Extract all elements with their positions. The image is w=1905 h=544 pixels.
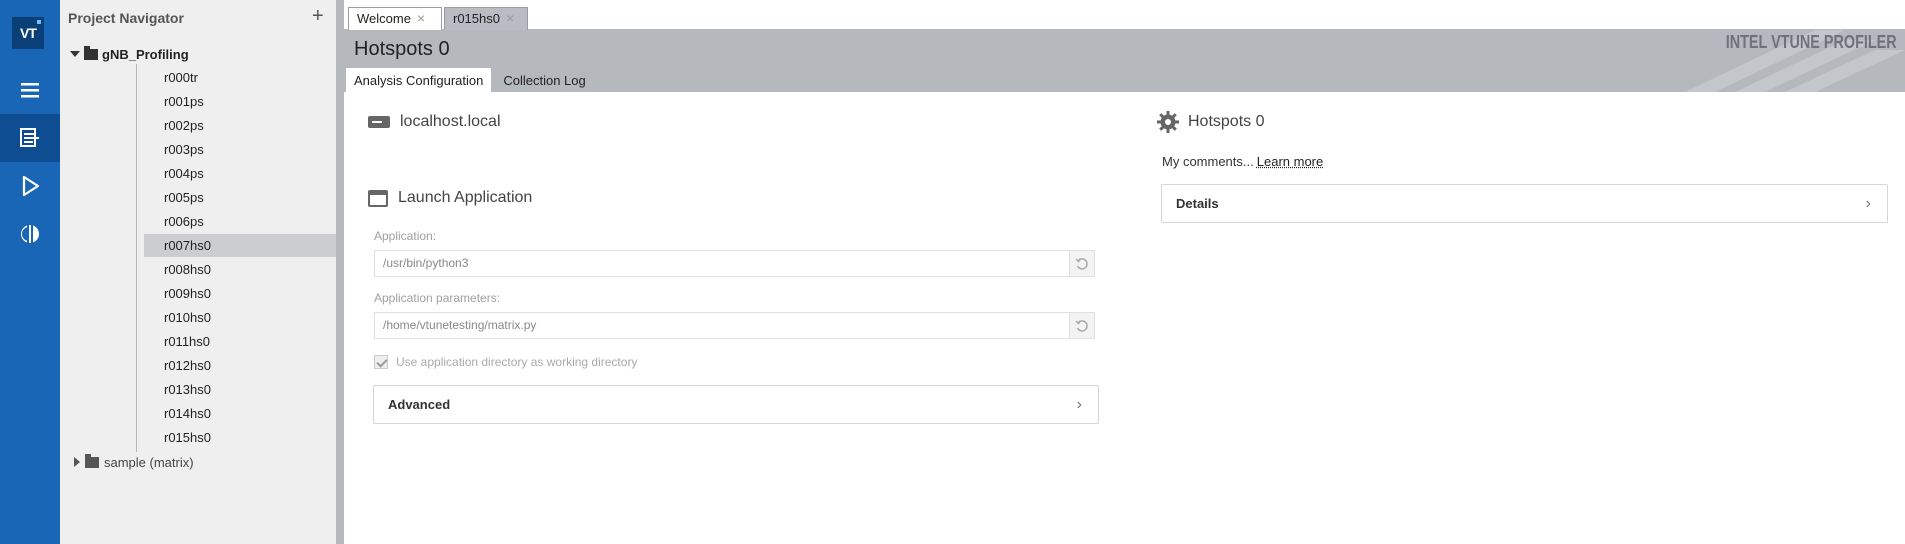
working-directory-option[interactable]: Use application directory as working dir… — [374, 355, 637, 369]
advanced-label: Advanced — [388, 397, 451, 412]
comments-text[interactable]: My comments... — [1162, 154, 1254, 169]
tree-guide-line — [136, 64, 137, 452]
advanced-expander[interactable]: Advanced › — [373, 385, 1099, 424]
folder-icon — [84, 45, 98, 60]
tab-welcome[interactable]: Welcome × — [348, 7, 442, 30]
project-label: gNB_Profiling — [102, 46, 189, 62]
project-navigator-icon — [20, 128, 39, 147]
project-label: sample (matrix) — [104, 454, 194, 470]
app-params-label: Application parameters: — [374, 291, 501, 305]
folder-icon — [85, 453, 99, 468]
tab-collection-log[interactable]: Collection Log — [495, 68, 593, 92]
learn-more-link[interactable]: Learn more — [1257, 154, 1323, 169]
project-navigator-panel: Project Navigator + gNB_Profiling r000tr… — [60, 0, 390, 544]
application-window-icon — [368, 189, 388, 207]
analysis-section-title: Hotspots 0 — [1156, 110, 1264, 134]
application-field[interactable]: /usr/bin/python3 — [374, 250, 1074, 277]
run-analysis-button[interactable] — [0, 162, 60, 210]
host-section-title: localhost.local — [368, 113, 501, 131]
tab-r015hs0[interactable]: r015hs0 × — [444, 7, 528, 30]
project-sample-matrix[interactable]: sample (matrix) — [74, 453, 194, 471]
launch-title: Launch Application — [398, 189, 533, 206]
add-project-button[interactable]: + — [312, 6, 324, 26]
reset-icon — [1075, 257, 1088, 270]
run-icon — [22, 175, 40, 197]
close-icon[interactable]: × — [506, 10, 514, 26]
comments-row: My comments... Learn more — [1162, 154, 1323, 169]
main-area: Welcome × r015hs0 × Hotspots 0 INTEL VTUNE… — [344, 0, 1905, 544]
collapsed-caret-icon[interactable] — [74, 457, 80, 467]
analysis-title: Hotspots 0 — [1188, 113, 1265, 130]
expanded-caret-icon[interactable] — [70, 51, 80, 57]
gear-icon — [1157, 111, 1179, 133]
reset-application-button[interactable] — [1069, 250, 1095, 277]
activity-bar: VT — [0, 0, 60, 544]
result-header: Hotspots 0 INTEL VTUNE PROFILER Analysis… — [344, 30, 1905, 92]
working-directory-label: Use application directory as working dir… — [396, 355, 638, 369]
menu-button[interactable] — [0, 66, 60, 114]
reset-icon — [1075, 319, 1088, 332]
application-label: Application: — [374, 229, 437, 243]
launch-section-title: Launch Application — [368, 189, 532, 207]
panel-splitter[interactable] — [336, 0, 344, 544]
tab-analysis-configuration[interactable]: Analysis Configuration — [346, 68, 492, 92]
project-navigator-button[interactable] — [0, 114, 60, 162]
page-title: Hotspots 0 — [354, 38, 450, 60]
vtune-logo: VT — [12, 17, 44, 49]
project-navigator-title: Project Navigator — [68, 10, 184, 26]
compare-button[interactable] — [0, 210, 60, 258]
chevron-right-icon: › — [1076, 396, 1082, 413]
analysis-subtabs: Analysis Configuration Collection Log — [346, 68, 598, 92]
brand-logo-text: INTEL VTUNE PROFILER — [1726, 32, 1897, 52]
details-label: Details — [1176, 196, 1219, 211]
menu-icon — [21, 83, 39, 98]
close-icon[interactable]: × — [417, 10, 425, 26]
tab-label: Welcome — [357, 11, 411, 26]
chevron-right-icon: › — [1865, 195, 1871, 212]
server-icon — [368, 116, 390, 128]
app-params-field[interactable]: /home/vtunetesting/matrix.py — [374, 312, 1074, 339]
details-expander[interactable]: Details › — [1161, 184, 1888, 223]
document-tab-bar: Welcome × r015hs0 × — [344, 0, 1905, 30]
tab-label: r015hs0 — [453, 11, 500, 26]
reset-params-button[interactable] — [1069, 312, 1095, 339]
host-name: localhost.local — [400, 113, 501, 130]
compare-icon — [21, 225, 39, 243]
project-gnb-profiling[interactable]: gNB_Profiling — [70, 45, 189, 63]
working-directory-checkbox[interactable] — [374, 355, 388, 369]
analysis-configuration-content: localhost.local Launch Application Appli… — [344, 92, 1905, 544]
